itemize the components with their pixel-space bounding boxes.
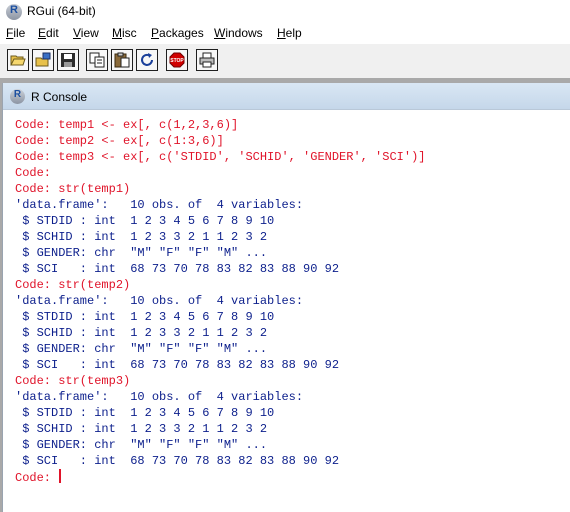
window-title: RGui (64-bit): [27, 4, 96, 18]
console-output-line: $ STDID : int 1 2 3 4 5 6 7 8 9 10: [15, 406, 275, 420]
console-output-line: $ STDID : int 1 2 3 4 5 6 7 8 9 10: [15, 310, 275, 324]
copy-icon: [89, 52, 105, 68]
menu-edit[interactable]: Edit: [38, 26, 59, 40]
open-script-button[interactable]: [7, 49, 29, 71]
load-workspace-icon: [35, 52, 51, 67]
stop-button[interactable]: STOP: [166, 49, 188, 71]
console-output-line: 'data.frame': 10 obs. of 4 variables:: [15, 390, 304, 404]
console-output-line: $ SCHID : int 1 2 3 3 2 1 1 2 3 2: [15, 422, 268, 436]
console-prompt: Code:: [15, 471, 59, 485]
console-output-line: $ SCHID : int 1 2 3 3 2 1 1 2 3 2: [15, 326, 268, 340]
save-icon: [61, 53, 75, 67]
console-input-line: Code: temp2 <- ex[, c(1:3,6)]: [15, 134, 224, 148]
title-bar: R RGui (64-bit): [0, 0, 570, 24]
menu-windows[interactable]: Windows: [214, 26, 263, 40]
r-logo-icon: R: [6, 4, 22, 20]
console-input-line: Code:: [15, 166, 52, 180]
copy-and-paste-button[interactable]: [136, 49, 158, 71]
save-workspace-button[interactable]: [57, 49, 79, 71]
r-console-window[interactable]: R R Console Code: temp1 <- ex[, c(1,2,3,…: [2, 83, 570, 512]
console-title-bar[interactable]: R R Console: [3, 83, 570, 110]
console-input-line: Code: str(temp3): [15, 374, 131, 388]
menu-bar: File Edit View Misc Packages Windows Hel…: [0, 24, 570, 44]
menu-packages[interactable]: Packages: [151, 26, 204, 40]
toolbar: STOP: [0, 44, 570, 78]
console-input-line: Code: str(temp2): [15, 278, 131, 292]
menu-view[interactable]: View: [73, 26, 99, 40]
menu-file[interactable]: File: [6, 26, 25, 40]
console-output-line: $ SCI : int 68 73 70 78 83 82 83 88 90 9…: [15, 358, 340, 372]
refresh-icon: [141, 53, 153, 66]
paste-icon: [114, 52, 130, 68]
console-output-line: $ SCI : int 68 73 70 78 83 82 83 88 90 9…: [15, 262, 340, 276]
print-button[interactable]: [196, 49, 218, 71]
svg-text:STOP: STOP: [170, 58, 184, 64]
console-input-line: Code: temp1 <- ex[, c(1,2,3,6)]: [15, 118, 239, 132]
menu-misc[interactable]: Misc: [112, 26, 137, 40]
console-input-line: Code: temp3 <- ex[, c('STDID', 'SCHID', …: [15, 150, 426, 164]
console-title: R Console: [31, 90, 88, 104]
open-folder-icon: [10, 55, 26, 66]
console-output-line: $ GENDER: chr "M" "F" "F" "M" ...: [15, 342, 268, 356]
console-output-line: 'data.frame': 10 obs. of 4 variables:: [15, 294, 304, 308]
console-output-line: $ GENDER: chr "M" "F" "F" "M" ...: [15, 246, 268, 260]
text-cursor: [59, 469, 62, 483]
load-workspace-button[interactable]: [32, 49, 54, 71]
copy-button[interactable]: [86, 49, 108, 71]
console-output[interactable]: Code: temp1 <- ex[, c(1,2,3,6)] Code: te…: [15, 117, 565, 485]
console-output-line: $ STDID : int 1 2 3 4 5 6 7 8 9 10: [15, 214, 275, 228]
stop-icon: STOP: [169, 52, 185, 68]
console-output-line: $ SCHID : int 1 2 3 3 2 1 1 2 3 2: [15, 230, 268, 244]
console-prompt-line[interactable]: Code:: [15, 469, 565, 485]
console-input-line: Code: str(temp1): [15, 182, 131, 196]
paste-button[interactable]: [111, 49, 133, 71]
console-output-line: $ SCI : int 68 73 70 78 83 82 83 88 90 9…: [15, 454, 340, 468]
console-output-line: 'data.frame': 10 obs. of 4 variables:: [15, 198, 304, 212]
r-logo-icon: R: [10, 89, 25, 104]
menu-help[interactable]: Help: [277, 26, 302, 40]
print-icon: [199, 52, 215, 68]
console-output-line: $ GENDER: chr "M" "F" "F" "M" ...: [15, 438, 268, 452]
